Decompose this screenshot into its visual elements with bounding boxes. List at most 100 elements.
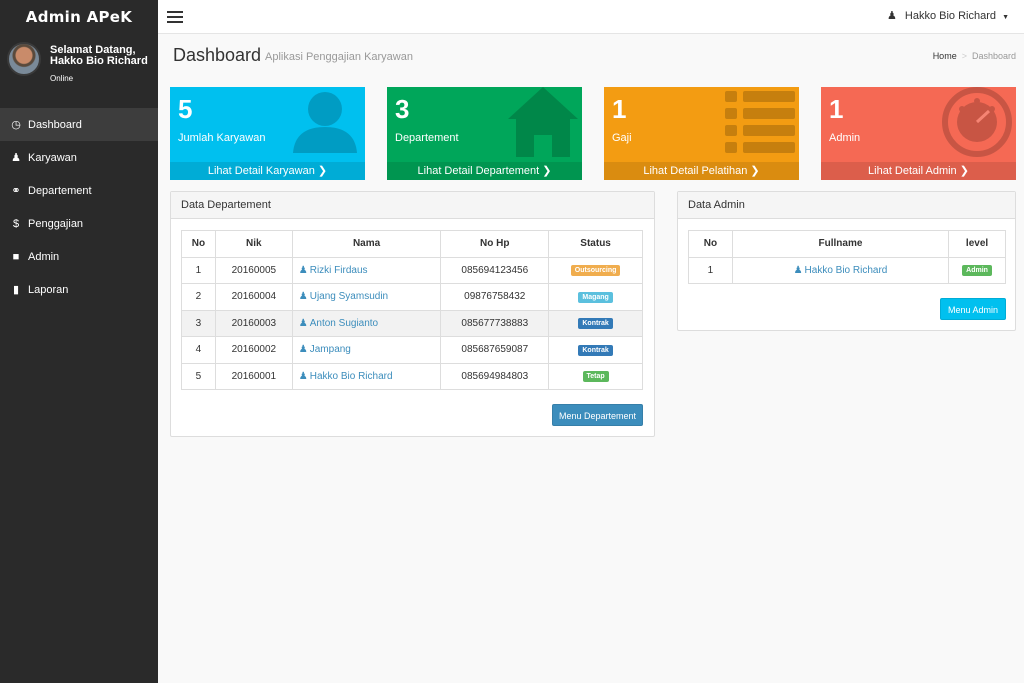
cell-nik: 20160002 [214,336,293,364]
sidebar-item-label: Laporan [28,283,69,296]
panel-title: Data Admin [678,192,1015,219]
departement-panel: Data Departement No Nik Nama No Hp Statu… [170,191,655,437]
breadcrumb: Home > Dashboard [933,51,1016,61]
info-box-link[interactable]: Lihat Detail Admin ❯ [821,162,1016,180]
sidebar-item-label: Penggajian [28,217,84,230]
column-header: No [688,230,733,258]
welcome-user-name: Hakko Bio Richard [50,55,148,67]
info-box-number: 1 [829,94,844,124]
column-header: level [948,230,1006,258]
chevron-right-icon: ❯ [317,165,328,177]
cell-nama[interactable]: ♟ Rizki Firdaus [291,256,442,284]
caret-down-icon: ▼ [1002,14,1009,21]
sidebar-item-label: Admin [28,250,60,263]
column-header: Fullname [731,230,950,258]
info-box-label: Admin [829,132,861,144]
table-row: 5 20160001 ♟ Hakko Bio Richard 085694984803 T… [181,362,643,390]
status-badge: Outsourcing [570,265,621,277]
topbar: ♟ Hakko Bio Richard ▼ [158,0,1024,34]
cell-nik: 20160003 [214,309,293,337]
sidebar-item-admin[interactable]: ■ Admin [0,240,158,273]
info-box-number: 3 [395,94,410,124]
chevron-right-icon: ❯ [750,165,760,177]
sidebar-item-laporan[interactable]: ▮ Laporan [0,273,158,306]
table-row: 4 20160002 ♟ Jampang 085687659087 Kontrak [181,336,643,364]
cell-hp: 085694123456 [440,256,550,284]
breadcrumb-home[interactable]: Home [933,51,957,61]
table-row: 1 20160005 ♟ Rizki Firdaus 085694123456 Outso… [181,256,643,284]
chevron-right-icon: ❯ [959,165,969,177]
cell-no: 5 [181,362,216,390]
welcome-text: Selamat Datang, Hakko Bio Richard [50,45,148,67]
employee-name-link[interactable]: Ujang Syamsudin [310,291,388,302]
list-icon [725,91,795,153]
menu-departement-button[interactable]: Menu Departement [552,404,643,426]
user-icon: ♟ [298,264,308,276]
link-icon: ⚭ [11,185,21,197]
cell-hp: 09876758432 [440,283,550,311]
cell-status: Kontrak [548,336,643,364]
table-header-row: No Nik Nama No Hp Status [181,230,643,258]
brand-logo[interactable]: Admin APeK [0,0,158,34]
employee-name-link[interactable]: Rizki Firdaus [310,265,368,276]
user-menu-dropdown[interactable]: ♟ Hakko Bio Richard ▼ [887,9,1009,22]
menu-toggle-icon[interactable] [167,11,183,23]
user-icon: ♟ [886,10,897,22]
cell-nama[interactable]: ♟ Hakko Bio Richard [291,362,442,390]
admin-name-link[interactable]: Hakko Bio Richard [805,265,888,276]
status-badge: Kontrak [578,318,613,330]
sidebar-item-penggajian[interactable]: $ Penggajian [0,207,158,240]
sidebar-menu: ◷ Dashboard ♟ Karyawan ⚭ Departement $ P… [0,108,158,306]
column-header: No Hp [440,230,550,258]
cell-nama[interactable]: ♟ Ujang Syamsudin [291,283,442,311]
employee-name-link[interactable]: Hakko Bio Richard [310,371,393,382]
user-icon: ♟ [793,264,803,276]
info-box-link[interactable]: Lihat Detail Karyawan ❯ [170,162,365,180]
info-box-number: 1 [612,94,627,124]
cell-status: Outsourcing [548,256,643,284]
level-badge: Admin [962,265,992,277]
cell-fullname[interactable]: ♟ Hakko Bio Richard [731,256,950,284]
table-header-row: No Fullname level [688,230,1006,258]
breadcrumb-separator: > [961,51,967,61]
breadcrumb-current: Dashboard [971,51,1016,61]
info-box-link[interactable]: Lihat Detail Pelatihan ❯ [604,162,799,180]
cell-nama[interactable]: ♟ Anton Sugianto [291,309,442,337]
user-icon: ♟ [298,344,308,356]
info-box-label: Gaji [612,132,632,144]
column-header: No [181,230,216,258]
menu-admin-button[interactable]: Menu Admin [940,298,1006,320]
user-icon: ♟ [298,291,308,303]
departement-table: No Nik Nama No Hp Status 1 20160005 ♟ Rizki… [181,230,643,390]
cell-status: Magang [548,283,643,311]
cell-hp: 085677738883 [440,309,550,337]
cell-nama[interactable]: ♟ Jampang [291,336,442,364]
column-header: Nik [214,230,293,258]
column-header: Nama [291,230,442,258]
table-row: 1 ♟ Hakko Bio Richard Admin [688,256,1006,284]
sidebar-item-label: Dashboard [28,118,82,131]
file-icon: ▮ [12,284,20,296]
employee-name-link[interactable]: Anton Sugianto [310,318,378,329]
admin-panel: Data Admin No Fullname level 1 ♟ Hakko Bio… [677,191,1016,331]
cell-no: 2 [181,283,216,311]
cell-hp: 085694984803 [440,362,550,390]
sidebar: Admin APeK Selamat Datang, Hakko Bio Ric… [0,0,158,683]
sidebar-item-karyawan[interactable]: ♟ Karyawan [0,141,158,174]
info-box-link[interactable]: Lihat Detail Departement ❯ [387,162,582,180]
info-box-link-text: Lihat Detail Pelatihan [643,165,748,177]
info-box-karyawan: 5 Jumlah Karyawan Lihat Detail Karyawan … [170,87,365,180]
table-row: 3 20160003 ♟ Anton Sugianto 085677738883 Kont… [181,309,643,337]
page-subtitle: Aplikasi Penggajian Karyawan [265,51,413,63]
info-box-label: Jumlah Karyawan [178,132,266,144]
panel-title: Data Departement [171,192,654,219]
status-badge: Magang [578,291,613,303]
sidebar-item-departement[interactable]: ⚭ Departement [0,174,158,207]
chevron-right-icon: ❯ [542,165,552,177]
status-badge: Tetap [582,371,609,383]
sidebar-item-dashboard[interactable]: ◷ Dashboard [0,108,158,141]
info-box-admin: 1 Admin Lihat Detail Admin ❯ [821,87,1016,180]
employee-name-link[interactable]: Jampang [310,344,351,355]
sidebar-item-label: Karyawan [28,151,77,164]
dashboard-icon [942,87,1012,157]
